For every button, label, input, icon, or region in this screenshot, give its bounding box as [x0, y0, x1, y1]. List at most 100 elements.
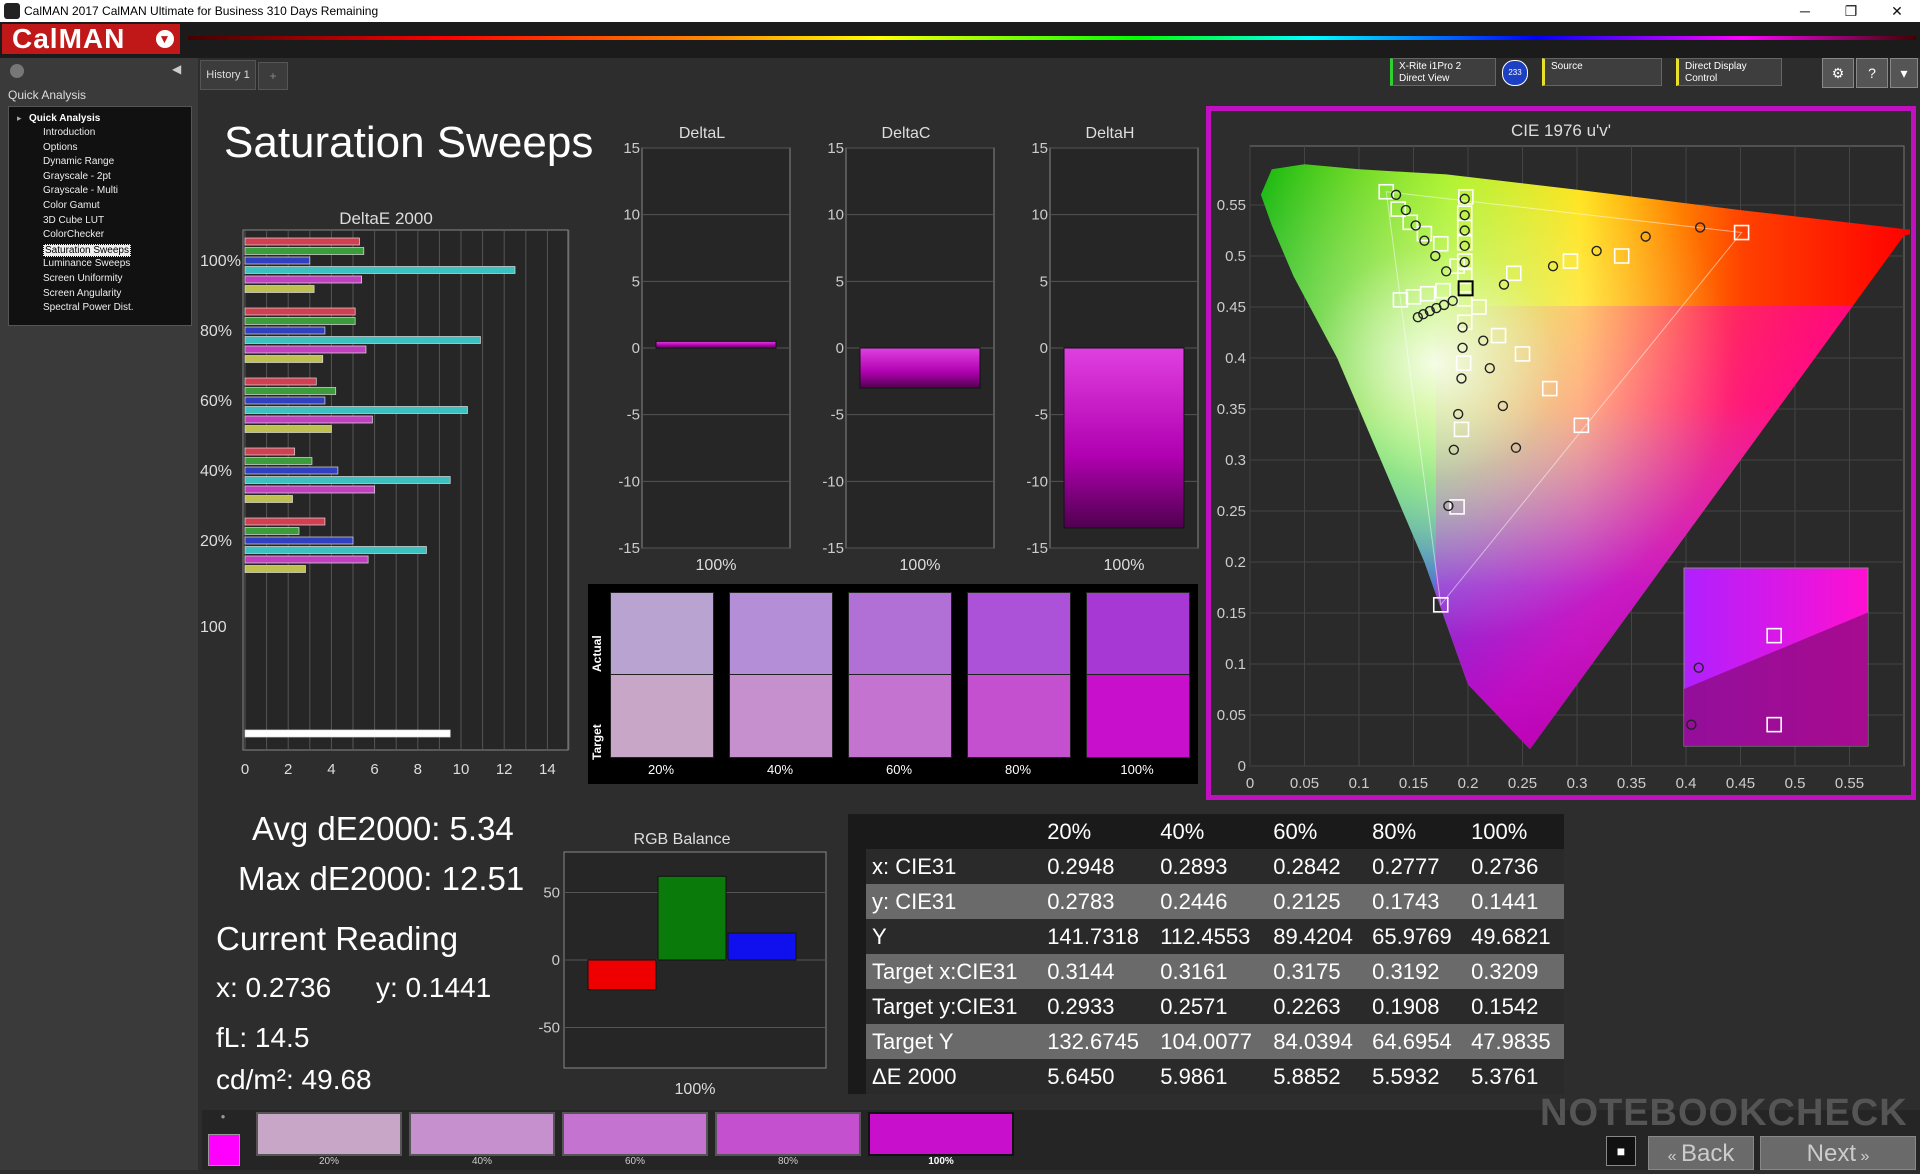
swatch-button[interactable]: [715, 1112, 861, 1156]
sidebar-item[interactable]: 3D Cube LUT: [43, 215, 104, 226]
row-label: Target Y: [866, 1024, 1042, 1059]
table-cell: 0.2263: [1267, 989, 1367, 1024]
sidebar-item[interactable]: Dynamic Range: [43, 156, 114, 167]
deltae-bar: [244, 495, 293, 503]
deltae-bar: [244, 485, 375, 494]
swatch-label: 40%: [471, 1156, 492, 1167]
sidebar-item[interactable]: Luminance Sweeps: [43, 258, 130, 269]
page-title: Saturation Sweeps: [224, 118, 594, 167]
table-cell: 0.3161: [1154, 954, 1268, 989]
close-button[interactable]: ✕: [1874, 0, 1920, 22]
sidebar-item[interactable]: Screen Angularity: [43, 288, 121, 299]
swatch-button[interactable]: [868, 1112, 1014, 1156]
maximize-button[interactable]: ❐: [1828, 0, 1874, 22]
sidebar-item[interactable]: Color Gamut: [43, 200, 100, 211]
watermark: NOTEBOOKCHECK: [1540, 1092, 1908, 1134]
x-tick-label: 0.25: [1508, 775, 1537, 792]
y-label: 20%: [200, 533, 232, 550]
sidebar-item[interactable]: Spectral Power Dist.: [43, 302, 134, 313]
y-tick-label: 0.35: [1217, 401, 1246, 418]
x-tick-label: 0.15: [1399, 775, 1428, 792]
delta-chart-label: 100%: [900, 557, 941, 570]
swatch-button[interactable]: [256, 1112, 402, 1156]
patch-target: [729, 674, 833, 758]
cie-diagram: CIE 1976 u'v' 0 0.05 0.1 0.15 0.2 0.25 0.3 0.35…: [1217, 121, 1910, 792]
column-header: 40%: [1154, 814, 1268, 849]
display-select[interactable]: Direct Display Control: [1676, 58, 1782, 86]
x-tick-label: 0.5: [1785, 775, 1806, 792]
x-tick-label: 0.55: [1835, 775, 1864, 792]
table-cell: 0.2125: [1267, 884, 1367, 919]
deltae-bar: [244, 406, 468, 414]
x-tick-label: 0.35: [1617, 775, 1646, 792]
table-cell: 0.2736: [1465, 849, 1564, 884]
y-tick-label: -15: [618, 540, 640, 557]
delta-charts: DeltaL 15 10 5 0 -5 -10 -15 100% DeltaC 15 10 5 0 -5 -1…: [618, 125, 1199, 570]
x-tick-label: 0.05: [1290, 775, 1319, 792]
meter-badge[interactable]: 233: [1502, 60, 1528, 86]
delta-chart-title: DeltaH: [1086, 125, 1135, 142]
tree-expand-icon[interactable]: ▸: [17, 113, 22, 124]
rainbow-strip: [188, 36, 1916, 40]
source-label: Source: [1551, 61, 1583, 72]
table-cell: 0.2842: [1267, 849, 1367, 884]
add-tab-button[interactable]: +: [258, 62, 288, 90]
gear-icon[interactable]: ⚙: [1822, 58, 1854, 88]
stop-icon[interactable]: ■: [1606, 1136, 1636, 1166]
table-row: y: CIE31 0.2783 0.2446 0.2125 0.1743 0.1441: [848, 884, 1564, 919]
chevron-down-icon[interactable]: ▾: [1890, 58, 1918, 88]
y-tick-label: 5: [632, 273, 640, 290]
camera-icon[interactable]: ●: [208, 1112, 238, 1122]
table-cell: 84.0394: [1267, 1024, 1367, 1059]
tab-history-1[interactable]: History 1: [200, 60, 256, 90]
swatch-button[interactable]: [562, 1112, 708, 1156]
patch-target: [1086, 674, 1190, 758]
avg-de: Avg dE2000: 5.34: [252, 810, 514, 847]
deltae-bar: [244, 266, 516, 274]
swatch-button[interactable]: [409, 1112, 555, 1156]
help-icon[interactable]: ?: [1856, 58, 1888, 88]
x-tick-label: 0: [241, 761, 249, 778]
column-header: 80%: [1366, 814, 1466, 849]
sidebar-item[interactable]: Grayscale - 2pt: [43, 171, 111, 182]
patch-panel: Actual Target 20% 40% 60% 80% 100%: [588, 584, 1198, 784]
cie-inset: [1683, 567, 1869, 747]
x-tick-label: 0.2: [1458, 775, 1479, 792]
sidebar-item[interactable]: Screen Uniformity: [43, 273, 122, 284]
y-tick-label: -10: [618, 473, 640, 490]
tree-root[interactable]: Quick Analysis: [29, 113, 100, 124]
sidebar-item[interactable]: ColorChecker: [43, 229, 104, 240]
next-icon: »: [1856, 1148, 1870, 1165]
sidebar-item[interactable]: Saturation Sweeps: [43, 243, 131, 257]
table-cell: 49.6821: [1465, 919, 1564, 954]
next-button[interactable]: Next »: [1760, 1136, 1916, 1170]
back-button[interactable]: « Back: [1648, 1136, 1754, 1170]
pin-icon[interactable]: [10, 64, 24, 78]
table-row: ΔE 2000 5.6450 5.9861 5.8852 5.5932 5.3761: [848, 1059, 1564, 1094]
y-tick-label: 0.15: [1217, 605, 1246, 622]
table-cell: 0.3144: [1041, 954, 1155, 989]
deltae-bar: [244, 355, 324, 363]
current-color-swatch: [208, 1134, 240, 1166]
table-header-row: 20% 40% 60% 80% 100%: [848, 814, 1564, 849]
sidebar-item[interactable]: Grayscale - Multi: [43, 185, 118, 196]
deltae-bar: [244, 336, 481, 344]
meter-select[interactable]: X-Rite i1Pro 2 Direct View: [1390, 58, 1496, 86]
table-cell: 65.9769: [1366, 919, 1466, 954]
next-label: Next: [1806, 1140, 1856, 1167]
minimize-button[interactable]: ─: [1782, 0, 1828, 22]
workflow-tree: ▸ Quick Analysis Introduction Options Dyna…: [8, 106, 192, 326]
sidebar-item[interactable]: Introduction: [43, 127, 95, 138]
source-select[interactable]: Source: [1542, 58, 1662, 86]
patch-label: 80%: [1004, 762, 1032, 777]
table-cell: 5.9861: [1154, 1059, 1268, 1094]
collapse-icon[interactable]: ◀: [172, 62, 190, 78]
y-tick-label: -50: [538, 1020, 560, 1037]
table-cell: 112.4553: [1154, 919, 1268, 954]
sidebar-item[interactable]: Options: [43, 142, 77, 153]
table-cell: 0.1908: [1366, 989, 1466, 1024]
deltae-bar: [244, 307, 356, 316]
calman-logo-menu[interactable]: CalMAN ▼: [2, 24, 180, 54]
deltae-bar: [244, 237, 360, 246]
deltae-bar: [244, 517, 326, 526]
